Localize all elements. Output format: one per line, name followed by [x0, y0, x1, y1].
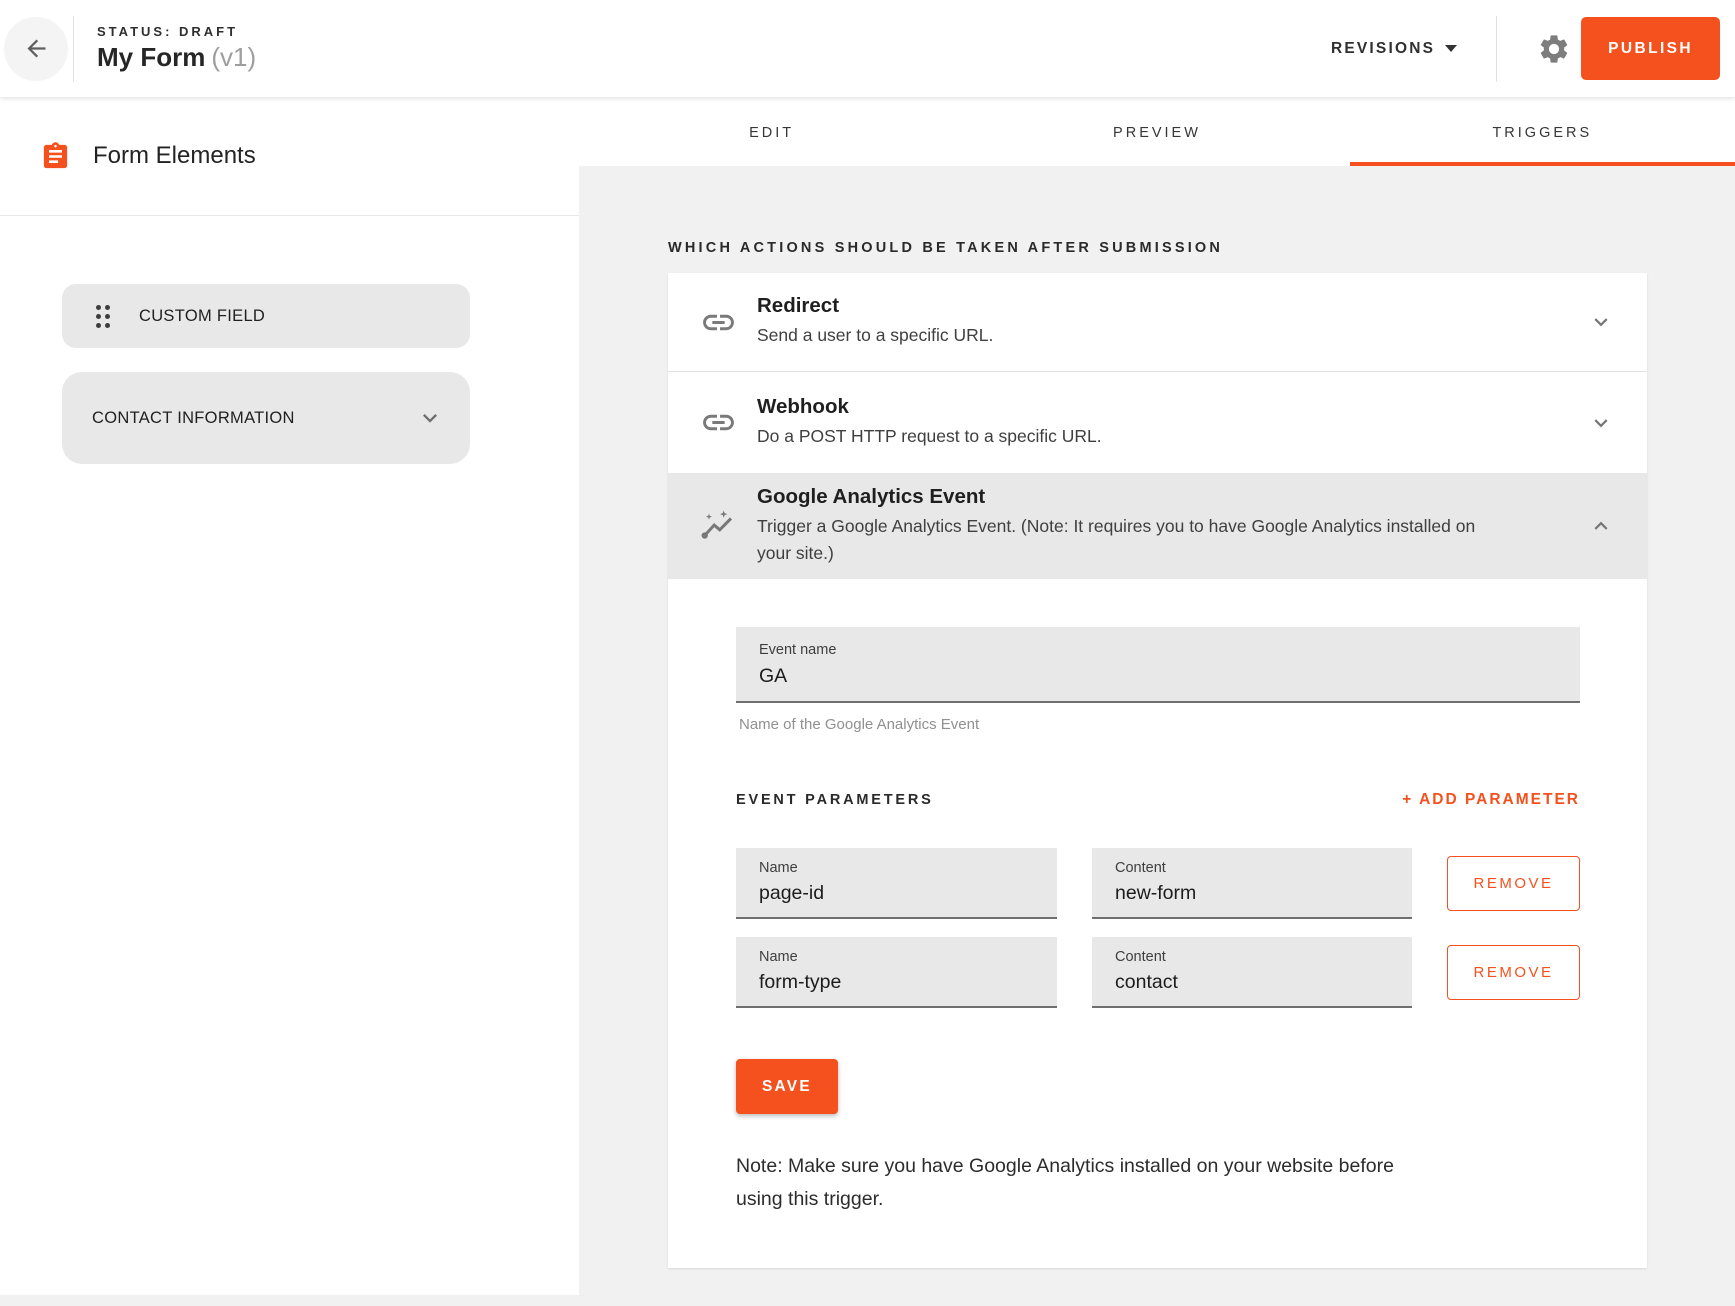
event-name-value[interactable]: GA	[759, 665, 1562, 688]
event-name-field[interactable]: Event name GA	[736, 627, 1580, 703]
event-name-helper: Name of the Google Analytics Event	[739, 716, 1580, 733]
triggers-card: Redirect Send a user to a specific URL. …	[668, 273, 1647, 1268]
clipboard-icon	[40, 141, 71, 172]
parameter-row: Name page-id Content new-form REMOVE	[736, 848, 1580, 919]
gear-icon	[1537, 32, 1571, 66]
view-tabbar: EDIT PREVIEW TRIGGERS	[579, 97, 1735, 166]
form-elements-sidebar: Form Elements CUSTOM FIELD CONTACT INFOR…	[0, 97, 579, 1295]
tab-edit[interactable]: EDIT	[579, 97, 964, 166]
section-heading: WHICH ACTIONS SHOULD BE TAKEN AFTER SUBM…	[668, 240, 1647, 256]
trigger-row-webhook[interactable]: Webhook Do a POST HTTP request to a spec…	[668, 371, 1647, 473]
trigger-title: Redirect	[757, 294, 1576, 318]
drag-handle-icon[interactable]	[96, 305, 110, 328]
add-parameter-button[interactable]: + ADD PARAMETER	[1402, 791, 1580, 809]
parameter-row: Name form-type Content contact REMOVE	[736, 937, 1580, 1008]
sidebar-title: Form Elements	[93, 142, 256, 170]
parameter-content-field[interactable]: Content contact	[1092, 937, 1412, 1008]
chevron-down-icon[interactable]	[1588, 309, 1614, 335]
form-version: (v1)	[211, 42, 256, 72]
trigger-description: Send a user to a specific URL.	[757, 322, 1482, 349]
app-header: STATUS: DRAFT My Form(v1) REVISIONS PUBL…	[0, 0, 1735, 97]
parameter-name-value[interactable]: form-type	[759, 971, 1043, 994]
chevron-down-icon[interactable]	[1588, 410, 1614, 436]
form-title-block: STATUS: DRAFT My Form(v1)	[97, 24, 256, 73]
revisions-dropdown[interactable]: REVISIONS	[1331, 40, 1457, 58]
parameter-name-field[interactable]: Name form-type	[736, 937, 1057, 1008]
publish-button[interactable]: PUBLISH	[1581, 17, 1720, 80]
chevron-up-icon[interactable]	[1588, 513, 1614, 539]
chevron-down-icon[interactable]	[416, 404, 444, 432]
status-badge: STATUS: DRAFT	[97, 24, 256, 39]
parameter-content-field[interactable]: Content new-form	[1092, 848, 1412, 919]
back-button[interactable]	[4, 17, 68, 81]
remove-parameter-button[interactable]: REMOVE	[1447, 945, 1580, 1000]
google-analytics-panel: Event name GA Name of the Google Analyti…	[668, 627, 1647, 1268]
sidebar-item-custom-field[interactable]: CUSTOM FIELD	[62, 284, 470, 348]
sidebar-item-label: CUSTOM FIELD	[139, 307, 265, 326]
trigger-row-redirect[interactable]: Redirect Send a user to a specific URL.	[668, 273, 1647, 371]
tab-preview[interactable]: PREVIEW	[964, 97, 1349, 166]
page-title: My Form	[97, 42, 205, 72]
parameter-content-value[interactable]: new-form	[1115, 882, 1398, 905]
save-button[interactable]: SAVE	[736, 1059, 838, 1114]
trigger-title: Google Analytics Event	[757, 485, 1576, 509]
trigger-description: Trigger a Google Analytics Event. (Note:…	[757, 513, 1482, 567]
parameter-name-field[interactable]: Name page-id	[736, 848, 1057, 919]
tab-triggers[interactable]: TRIGGERS	[1350, 97, 1735, 166]
back-arrow-icon	[23, 35, 50, 62]
header-divider	[1496, 16, 1497, 82]
event-parameters-heading: EVENT PARAMETERS	[736, 792, 934, 808]
field-label: Content	[1115, 860, 1398, 876]
header-divider	[73, 16, 74, 82]
sidebar-item-contact-information[interactable]: CONTACT INFORMATION	[62, 372, 470, 464]
field-label: Name	[759, 949, 1043, 965]
caret-down-icon	[1445, 45, 1457, 52]
sidebar-header: Form Elements	[0, 97, 579, 216]
settings-button[interactable]	[1537, 32, 1571, 66]
remove-parameter-button[interactable]: REMOVE	[1447, 856, 1580, 911]
parameter-name-value[interactable]: page-id	[759, 882, 1043, 905]
link-icon	[699, 404, 737, 441]
field-label: Name	[759, 860, 1043, 876]
revisions-label: REVISIONS	[1331, 40, 1435, 58]
triggers-content: WHICH ACTIONS SHOULD BE TAKEN AFTER SUBM…	[579, 166, 1735, 1295]
sidebar-item-label: CONTACT INFORMATION	[92, 409, 295, 428]
trigger-row-google-analytics[interactable]: Google Analytics Event Trigger a Google …	[668, 473, 1647, 579]
trigger-description: Do a POST HTTP request to a specific URL…	[757, 423, 1482, 450]
field-label: Content	[1115, 949, 1398, 965]
link-icon	[699, 304, 737, 341]
trigger-note: Note: Make sure you have Google Analytic…	[736, 1150, 1436, 1216]
trigger-title: Webhook	[757, 395, 1576, 419]
analytics-trend-icon	[699, 507, 737, 545]
parameter-content-value[interactable]: contact	[1115, 971, 1398, 994]
field-label: Event name	[759, 642, 1562, 658]
